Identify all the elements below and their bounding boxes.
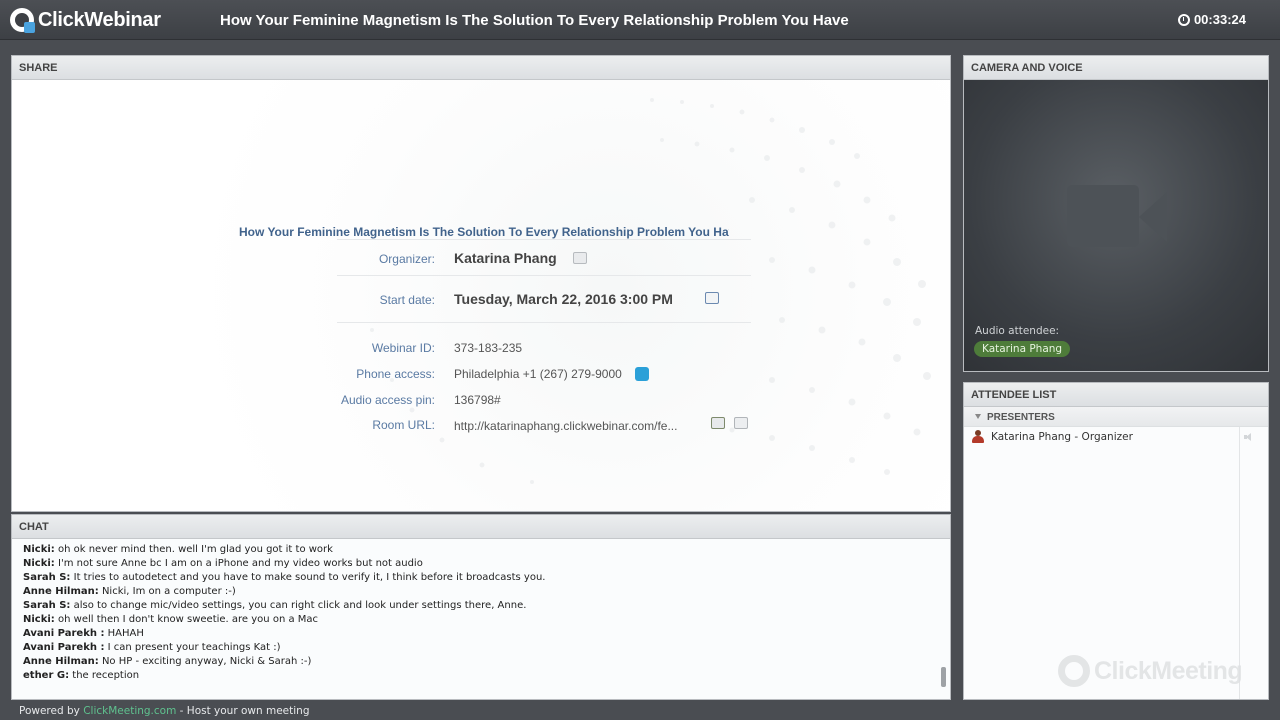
chat-message: Anne Hilman: No HP - exciting anyway, Ni… [23, 655, 950, 669]
clock-icon [1177, 13, 1190, 26]
chat-author: Sarah S: [23, 572, 71, 583]
room-url-value[interactable]: http://katarinaphang.clickwebinar.com/fe… [454, 419, 677, 433]
info-divider [337, 239, 751, 240]
attendee-list: PRESENTERS Katarina Phang - Organizer Cl… [964, 407, 1268, 699]
footer-prefix: Powered by [19, 705, 80, 717]
contact-card-icon[interactable] [573, 252, 587, 264]
organizer-label: Organizer: [378, 252, 435, 266]
chat-text: also to change mic/video settings, you c… [73, 600, 527, 611]
start-date-value: Tuesday, March 22, 2016 3:00 PM [454, 291, 673, 307]
clickmeeting-logo-icon [1058, 655, 1090, 687]
footer-suffix: - Host your own meeting [179, 705, 310, 717]
chat-message: Avani Parekh : HAHAH [23, 627, 950, 641]
chat-text: oh well then I don't know sweetie. are y… [58, 614, 319, 625]
copy-url-icon[interactable] [711, 417, 725, 429]
chat-text: No HP - exciting anyway, Nicki & Sarah :… [101, 656, 312, 667]
camera-panel: CAMERA AND VOICE Audio attendee: Katarin… [963, 55, 1269, 372]
chat-author: ether G: [23, 670, 70, 681]
clickmeeting-watermark: ClickMeeting [1058, 655, 1243, 687]
chat-author: Nicki: [23, 544, 55, 555]
chat-panel-header: CHAT [12, 515, 950, 539]
chat-message: Nicki: I'm not sure Anne bc I am on a iP… [23, 557, 950, 571]
chat-text: I'm not sure Anne bc I am on a iPhone an… [58, 558, 423, 569]
attendee-panel: ATTENDEE LIST PRESENTERS Katarina Phang … [963, 382, 1269, 700]
chat-author: Anne Hilman: [23, 586, 99, 597]
chat-author: Avani Parekh : [23, 628, 105, 639]
logo-text: ClickWebinar [38, 8, 161, 31]
chat-author: Sarah S: [23, 600, 71, 611]
attendee-row[interactable]: Katarina Phang - Organizer [964, 427, 1268, 447]
clickmeeting-link[interactable]: ClickMeeting.com [83, 705, 176, 717]
clickwebinar-logo-icon [10, 8, 35, 33]
info-divider [337, 275, 751, 276]
watermark-text: ClickMeeting [1094, 656, 1243, 685]
room-url-label: Room URL: [372, 418, 435, 432]
video-camera-icon [1067, 185, 1139, 247]
chat-text: the reception [72, 670, 140, 681]
chat-message: Sarah S: also to change mic/video settin… [23, 599, 950, 613]
video-camera-lens-icon [1139, 192, 1167, 242]
webinar-info-title: How Your Feminine Magnetism Is The Solut… [239, 225, 729, 239]
chat-message: Nicki: oh ok never mind then. well I'm g… [23, 543, 950, 557]
chat-text: Nicki, Im on a computer :-) [101, 586, 236, 597]
app-logo: ClickWebinar [10, 7, 161, 33]
email-url-icon[interactable] [734, 417, 748, 429]
top-bar: ClickWebinar How Your Feminine Magnetism… [0, 0, 1280, 40]
chat-text: It tries to autodetect and you have to m… [73, 572, 546, 583]
chat-text: oh ok never mind then. well I'm glad you… [58, 544, 333, 555]
share-panel-header: SHARE [12, 56, 950, 80]
presenter-user-icon [972, 430, 984, 443]
chat-message: Sarah S: It tries to autodetect and you … [23, 571, 950, 585]
calendar-icon[interactable] [705, 292, 719, 304]
chat-author: Nicki: [23, 614, 55, 625]
chat-messages[interactable]: Nicki: oh ok never mind then. well I'm g… [12, 539, 950, 699]
chat-message: Nicki: oh well then I don't know sweetie… [23, 613, 950, 627]
chat-message: Anne Hilman: Nicki, Im on a computer :-) [23, 585, 950, 599]
audio-pin-label: Audio access pin: [340, 393, 435, 407]
audio-attendee-label: Audio attendee: [975, 325, 1060, 337]
attendee-panel-header: ATTENDEE LIST [964, 383, 1268, 407]
organizer-value: Katarina Phang [454, 250, 557, 266]
attendee-name: Katarina Phang - Organizer [991, 431, 1133, 443]
session-timer: 00:33:24 [1177, 12, 1246, 27]
camera-panel-header: CAMERA AND VOICE [964, 56, 1268, 80]
chat-panel: CHAT Nicki: oh ok never mind then. well … [11, 514, 951, 700]
chat-author: Avani Parekh : [23, 642, 105, 653]
start-date-label: Start date: [379, 293, 435, 307]
chat-text: HAHAH [107, 628, 144, 639]
footer: Powered by ClickMeeting.com - Host your … [19, 705, 310, 717]
webinar-id-value: 373-183-235 [454, 341, 523, 355]
phone-access-label: Phone access: [356, 367, 435, 381]
chat-author: Nicki: [23, 558, 55, 569]
webinar-id-label: Webinar ID: [371, 341, 435, 355]
presenters-group[interactable]: PRESENTERS [964, 407, 1268, 427]
chat-text: I can present your teachings Kat :) [107, 642, 281, 653]
audio-attendee-badge: Katarina Phang [974, 341, 1071, 357]
presenters-group-label: PRESENTERS [987, 412, 1055, 423]
share-content: How Your Feminine Magnetism Is The Solut… [12, 80, 950, 511]
collapse-triangle-icon[interactable] [975, 414, 981, 419]
chat-author: Anne Hilman: [23, 656, 99, 667]
webinar-title: How Your Feminine Magnetism Is The Solut… [220, 12, 849, 29]
share-panel: SHARE How Your Feminine Magnetism Is The… [11, 55, 951, 512]
chat-message: ether G: the reception [23, 669, 950, 683]
skype-icon[interactable] [635, 367, 649, 381]
audio-pin-value: 136798# [454, 393, 501, 407]
phone-access-value: Philadelphia +1 (267) 279-9000 [454, 367, 622, 381]
timer-value: 00:33:24 [1193, 12, 1246, 27]
speaker-icon[interactable] [1244, 433, 1254, 441]
chat-scrollbar-thumb[interactable] [941, 667, 946, 687]
camera-view: Audio attendee: Katarina Phang [964, 80, 1268, 371]
chat-message: Avani Parekh : I can present your teachi… [23, 641, 950, 655]
info-divider [337, 322, 751, 323]
